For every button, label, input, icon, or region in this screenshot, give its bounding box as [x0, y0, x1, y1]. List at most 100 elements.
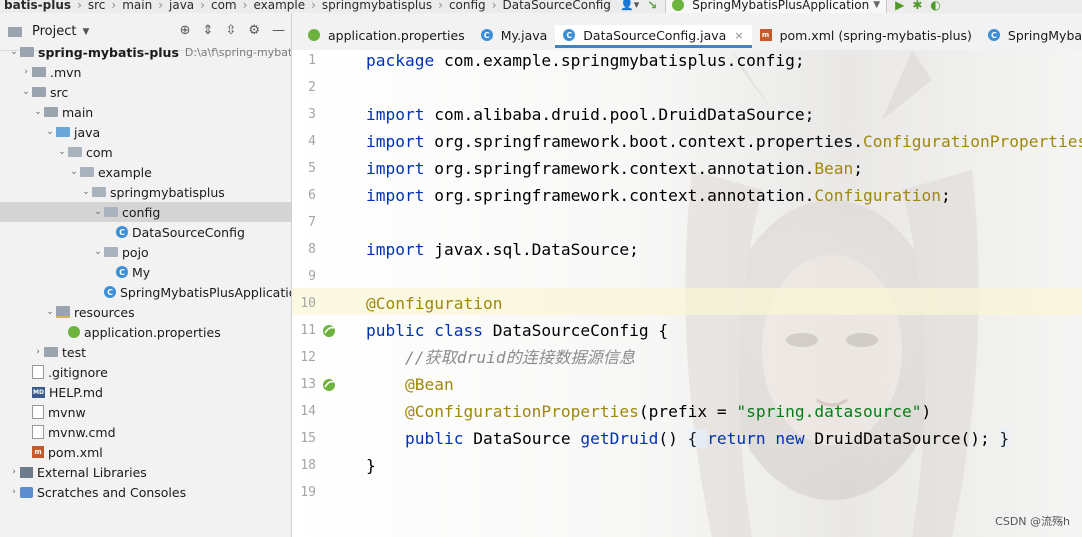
tree-item[interactable]: › .mvn — [0, 62, 291, 82]
tree-item[interactable]: ⌄ resources — [0, 302, 291, 322]
collapse-all-icon[interactable]: ⇳ — [225, 23, 236, 38]
code-line[interactable]: import org.springframework.context.annot… — [366, 182, 951, 209]
chevron-down-icon[interactable]: ⌄ — [32, 107, 44, 117]
code-line[interactable]: //获取druid的连接数据源信息 — [366, 344, 635, 371]
code-line[interactable]: public DataSource getDruid() { return ne… — [366, 425, 1010, 452]
tree-item[interactable]: › Scratches and Consoles — [0, 482, 291, 502]
code-line[interactable]: import org.springframework.boot.context.… — [366, 128, 1082, 155]
tree-item[interactable]: ⌄ src — [0, 82, 291, 102]
chevron-down-icon[interactable]: ⌄ — [8, 47, 20, 57]
tree-item[interactable]: .gitignore — [0, 362, 291, 382]
tree-item[interactable]: MD HELP.md — [0, 382, 291, 402]
tree-item[interactable]: ⌄ pojo — [0, 242, 291, 262]
chevron-down-icon[interactable]: ⌄ — [44, 127, 56, 137]
tree-item-label: SpringMybatisPlusApplication — [120, 284, 292, 300]
code-token: DataSource — [463, 429, 581, 448]
tree-item[interactable]: C DataSourceConfig — [0, 222, 291, 242]
tree-item-path: D:\a\f\spring-mybatis-plus — [184, 45, 292, 59]
tree-item[interactable]: C My — [0, 262, 291, 282]
code-token: //获取druid的连接数据源信息 — [366, 348, 636, 367]
chevron-down-icon[interactable]: ⌄ — [44, 307, 56, 317]
chevron-down-icon[interactable]: ⌄ — [68, 167, 80, 177]
code-token: } — [999, 429, 1010, 448]
line-number-gutter[interactable]: 1 2 3 4 5 6 7 8 9 10 11 12 13 14 15 18 19 — [292, 50, 356, 537]
spring-bean-config-icon[interactable] — [322, 324, 338, 338]
class-icon: C — [563, 29, 576, 41]
breadcrumb-item[interactable]: DataSourceConfig — [499, 0, 615, 12]
editor-tab[interactable]: m pom.xml (spring-mybatis-plus) — [752, 25, 980, 45]
code-line[interactable]: public class DataSourceConfig { — [366, 317, 668, 344]
tree-item[interactable]: application.properties — [0, 322, 291, 342]
code-line[interactable]: @Bean — [366, 371, 454, 398]
code-token: { — [687, 429, 708, 448]
chevron-down-icon[interactable]: ⌄ — [20, 87, 32, 97]
code-token: package — [366, 51, 435, 70]
tree-item[interactable]: › test — [0, 342, 291, 362]
tree-item[interactable]: m pom.xml — [0, 442, 291, 462]
run-icon[interactable]: ▶ — [895, 0, 904, 12]
breadcrumb-item[interactable]: java — [165, 0, 198, 12]
code-line[interactable]: @Configuration — [366, 290, 502, 317]
breadcrumb-item[interactable]: batis-plus — [0, 0, 75, 12]
chevron-down-icon[interactable]: ⌄ — [92, 207, 104, 217]
breadcrumb-item[interactable]: main — [118, 0, 156, 12]
spring-bean-icon[interactable] — [322, 378, 338, 392]
breadcrumb-item[interactable]: springmybatisplus — [318, 0, 436, 12]
line-number: 2 — [308, 80, 316, 95]
code-editor[interactable]: 1 2 3 4 5 6 7 8 9 10 11 12 13 14 15 18 19 package com.ex… — [292, 50, 1082, 537]
run-configuration-selector[interactable]: SpringMybatisPlusApplication ▼ — [665, 0, 888, 13]
breadcrumb-item[interactable]: src — [84, 0, 110, 12]
tree-item[interactable]: ⌄ spring-mybatis-plus D:\a\f\spring-mybati… — [0, 42, 292, 62]
tree-item[interactable]: ⌄ com — [0, 142, 291, 162]
code-token: DataSourceConfig { — [482, 321, 669, 340]
tree-item[interactable]: ⌄ config — [0, 202, 291, 222]
hide-icon[interactable]: — — [272, 23, 285, 38]
code-line[interactable]: package com.example.springmybatisplus.co… — [366, 50, 805, 74]
gear-icon[interactable]: ⚙ — [248, 23, 260, 38]
chevron-down-icon[interactable]: ⌄ — [56, 147, 68, 157]
chevron-right-icon[interactable]: › — [20, 67, 32, 77]
tree-item[interactable]: ⌄ springmybatisplus — [0, 182, 291, 202]
tree-item[interactable]: ⌄ example — [0, 162, 291, 182]
tree-item[interactable]: mvnw.cmd — [0, 422, 291, 442]
code-line[interactable]: } — [366, 452, 376, 479]
editor-tab[interactable]: C DataSourceConfig.java × — [555, 25, 752, 48]
breadcrumb-item[interactable]: config — [445, 0, 490, 12]
code-line[interactable]: import javax.sql.DataSource; — [366, 236, 639, 263]
class-icon: C — [987, 29, 1000, 41]
line-number: 4 — [308, 134, 316, 149]
code-token: org.springframework.context.annotation. — [424, 159, 815, 178]
chevron-right-icon[interactable]: › — [8, 487, 20, 497]
code-line[interactable]: import org.springframework.context.annot… — [366, 155, 863, 182]
chevron-right-icon[interactable]: › — [8, 467, 20, 477]
folder-icon — [8, 26, 22, 37]
project-title[interactable]: Project — [32, 24, 76, 39]
close-icon[interactable]: × — [734, 29, 743, 42]
tree-item[interactable]: ⌄ main — [0, 102, 291, 122]
code-line[interactable]: import com.alibaba.druid.pool.DruidDataS… — [366, 101, 814, 128]
editor-tab[interactable]: C SpringMybat — [980, 25, 1082, 45]
tree-item-label: mvnw.cmd — [48, 424, 116, 440]
breadcrumb-item[interactable]: com — [207, 0, 241, 12]
tree-item-label: My — [132, 264, 151, 280]
chevron-right-icon[interactable]: › — [32, 347, 44, 357]
tree-item[interactable]: mvnw — [0, 402, 291, 422]
folder-icon — [32, 67, 46, 77]
hammer-build-icon[interactable]: ↘ — [647, 0, 657, 12]
editor-tab[interactable]: application.properties — [300, 25, 473, 45]
locate-icon[interactable]: ⊕ — [180, 23, 191, 38]
user-icon[interactable]: 👤▾ — [620, 0, 639, 11]
tree-item-label: pojo — [122, 244, 149, 260]
coverage-icon[interactable]: ◐ — [930, 0, 940, 12]
debug-icon[interactable]: ✱ — [912, 0, 922, 12]
chevron-down-icon[interactable]: ⌄ — [92, 247, 104, 257]
tree-item[interactable]: C SpringMybatisPlusApplication — [0, 282, 292, 302]
chevron-down-icon[interactable]: ▼ — [82, 27, 89, 37]
code-line[interactable]: @ConfigurationProperties(prefix = "sprin… — [366, 398, 931, 425]
tree-item[interactable]: ⌄ java — [0, 122, 291, 142]
editor-tab[interactable]: C My.java — [473, 25, 556, 45]
breadcrumb-item[interactable]: example — [249, 0, 309, 12]
expand-all-icon[interactable]: ⇕ — [203, 23, 214, 38]
tree-item[interactable]: › External Libraries — [0, 462, 291, 482]
chevron-down-icon[interactable]: ⌄ — [80, 187, 92, 197]
